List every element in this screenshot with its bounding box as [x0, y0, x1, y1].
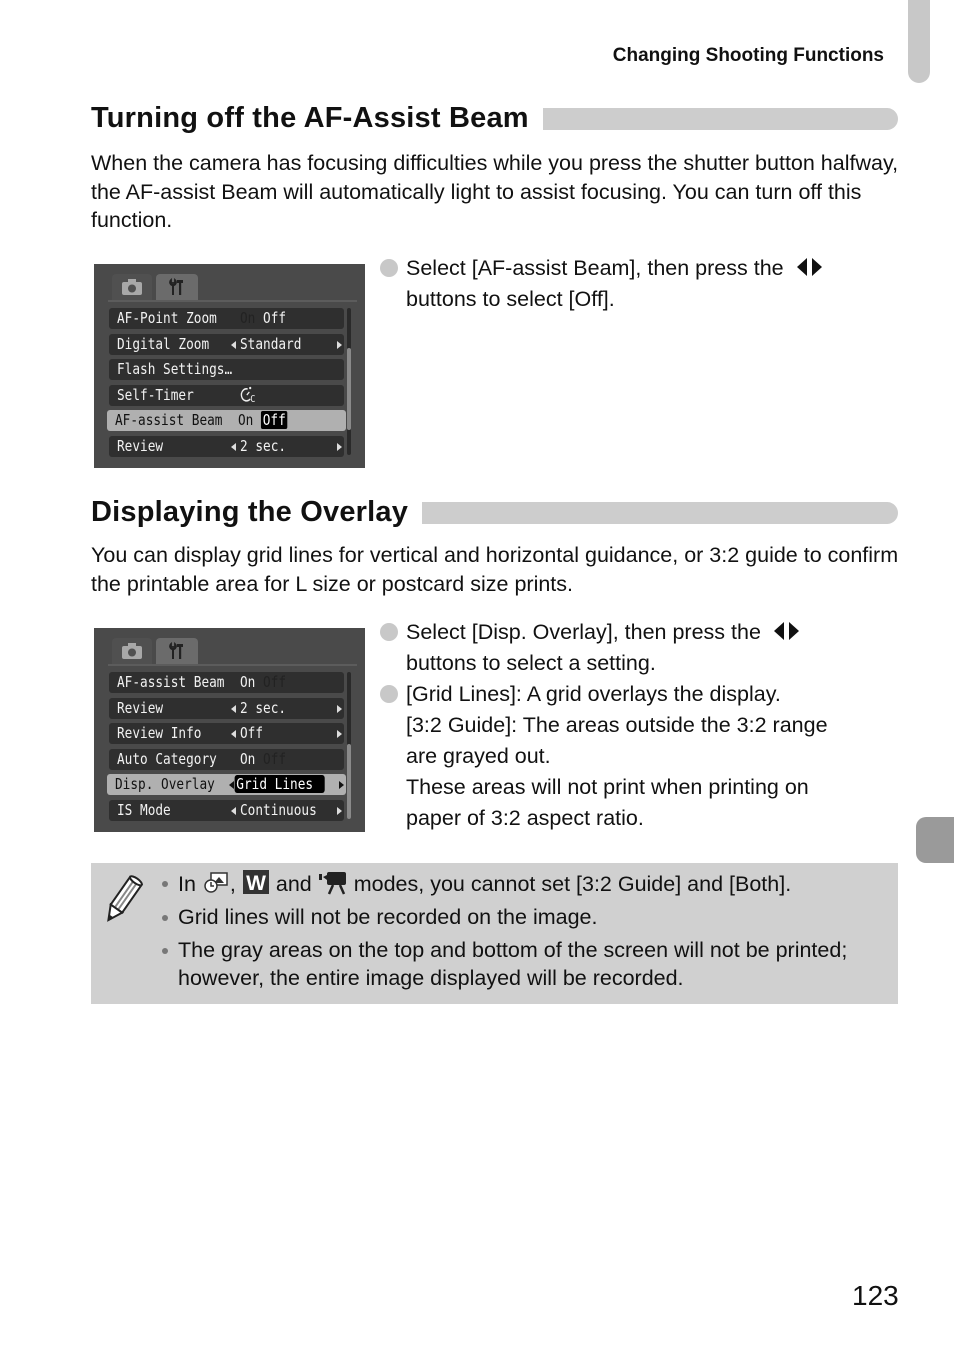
- bullet-circle-icon: [380, 623, 398, 641]
- steps-list: Select [AF-assist Beam], then press the …: [380, 253, 900, 315]
- title-decor-bar: [422, 501, 898, 524]
- section-intro: When the camera has focusing difficultie…: [91, 151, 899, 232]
- camera-tab-icon: [112, 274, 152, 300]
- title-decor-bar: [542, 107, 898, 130]
- menu-row-flash-settings: Flash Settings…: [109, 359, 344, 381]
- page-number: 123: [852, 1280, 899, 1311]
- section-title-overlay: Displaying the Overlay: [91, 498, 898, 527]
- stitch-assist-icon: [204, 872, 228, 893]
- note-item: The gray areas on the top and bottom of …: [161, 936, 891, 992]
- menu-row-review-info: Review Info Off: [109, 723, 344, 745]
- menu-row-auto-category: Auto Category On Off: [109, 748, 344, 770]
- menu-row-disp-overlay: Disp. Overlay Grid Lines: [107, 774, 346, 796]
- bullet-circle-icon: [380, 685, 398, 703]
- svg-text:C: C: [250, 393, 255, 403]
- tools-tab-icon: [156, 638, 198, 664]
- pencil-note-icon: [107, 875, 144, 922]
- menu-row-is-mode: IS Mode Continuous: [109, 799, 344, 821]
- section-heading: Turning off the AF-Assist Beam: [91, 102, 529, 134]
- wide-w-icon: W: [242, 870, 269, 895]
- left-right-buttons-icon: [796, 258, 822, 276]
- section-title-af-assist: Turning off the AF-Assist Beam: [91, 104, 898, 133]
- note-item: In , W and modes, you cannot set [3:2 Gu…: [161, 869, 891, 898]
- menu-scrollbar: [347, 672, 351, 819]
- menu-row-af-point-zoom: AF-Point Zoom On Off: [109, 308, 344, 329]
- chapter-edge-tab: [908, 0, 930, 83]
- menu-scrollbar: [347, 308, 351, 455]
- menu-row-digital-zoom: Digital Zoom Standard: [109, 333, 344, 355]
- step-item: Select [Disp. Overlay], then press the b…: [380, 617, 900, 679]
- note-box: In , W and modes, you cannot set [3:2 Gu…: [91, 863, 898, 1004]
- step-item: [Grid Lines]: A grid overlays the displa…: [380, 679, 900, 834]
- menu-row-af-assist-beam: AF-assist Beam On Off: [109, 672, 344, 693]
- menu-row-review: Review 2 sec.: [109, 435, 344, 457]
- camera-menu-screen: AF-assist Beam On Off Review 2 sec. Revi…: [94, 628, 365, 832]
- menu-row-af-assist-beam: AF-assist Beam On Off: [107, 410, 346, 432]
- right-arrow-icon: [337, 340, 342, 349]
- movie-camera-icon: [318, 872, 346, 895]
- menu-row-review: Review 2 sec.: [109, 697, 344, 719]
- running-head: Changing Shooting Functions: [612, 45, 884, 66]
- tools-tab-icon: [156, 274, 198, 300]
- self-timer-custom-icon: C: [240, 385, 259, 406]
- note-item: Grid lines will not be recorded on the i…: [161, 903, 891, 931]
- svg-text:W: W: [246, 872, 266, 895]
- left-arrow-icon: [231, 340, 236, 349]
- steps-list: Select [Disp. Overlay], then press the b…: [380, 617, 900, 834]
- step-item: Select [AF-assist Beam], then press the …: [380, 253, 900, 315]
- section-heading: Displaying the Overlay: [91, 496, 409, 528]
- camera-tab-icon: [112, 638, 152, 664]
- menu-row-self-timer: Self-Timer C: [109, 384, 344, 406]
- bullet-circle-icon: [380, 259, 398, 277]
- left-right-buttons-icon: [773, 622, 799, 640]
- section-intro: You can display grid lines for vertical …: [91, 543, 899, 596]
- chapter-index-tab: [916, 817, 954, 863]
- camera-menu-screen: AF-Point Zoom On Off Digital Zoom Standa…: [94, 264, 365, 468]
